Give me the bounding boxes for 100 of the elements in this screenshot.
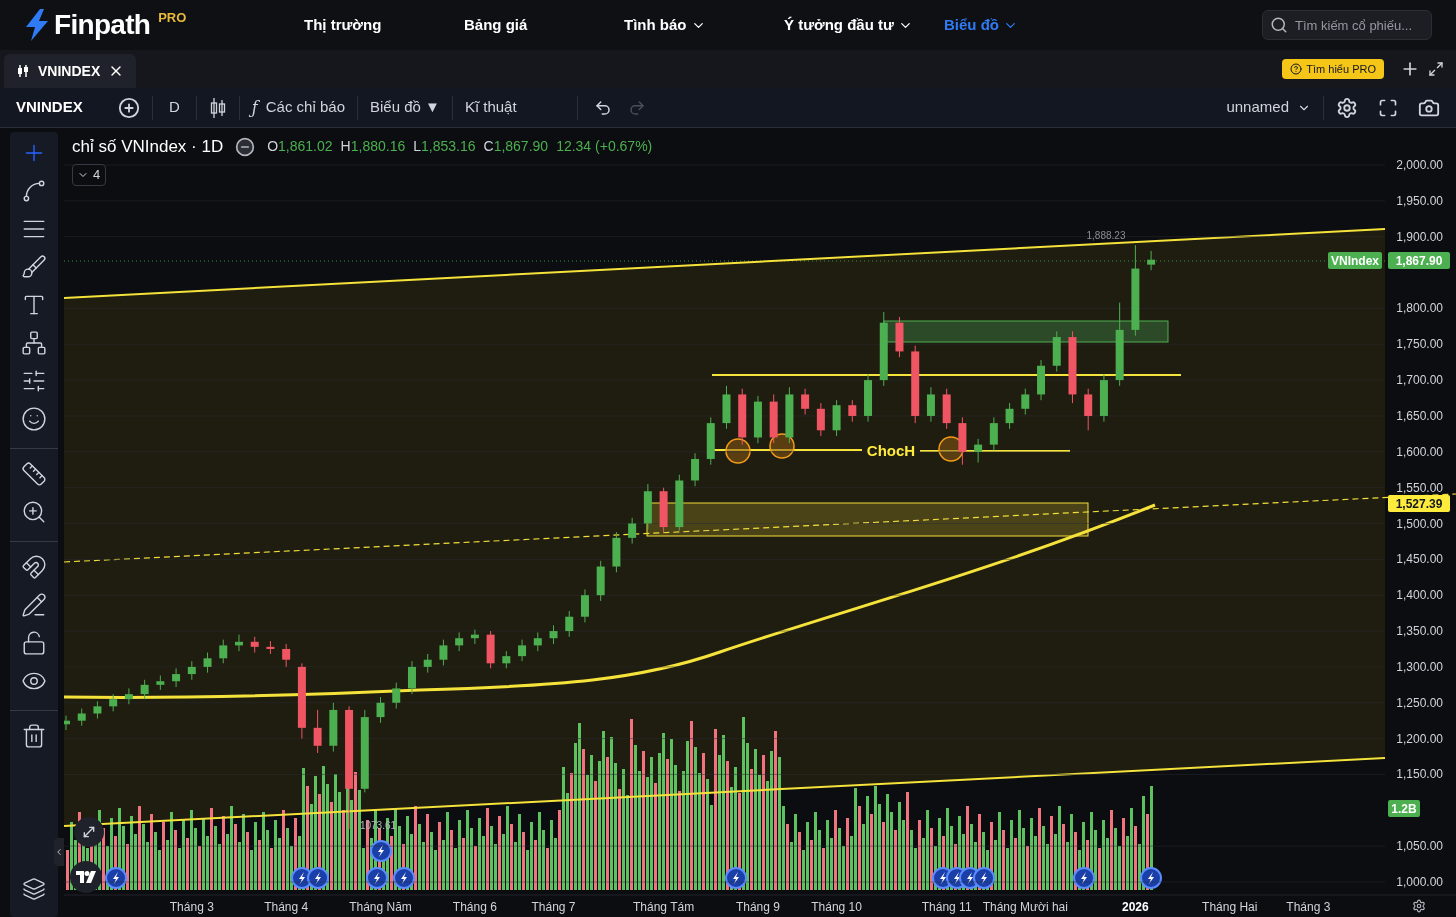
candlestick — [407, 660, 416, 695]
line-tool-icon[interactable] — [21, 178, 47, 204]
time-axis-label: 2026 — [1122, 900, 1149, 914]
minus-circle-icon[interactable] — [235, 136, 256, 157]
price-axis-label: 1,350.00 — [1396, 624, 1443, 639]
smiley-icon[interactable] — [21, 406, 47, 432]
unlock-icon[interactable] — [21, 630, 47, 656]
settings-icon[interactable] — [1412, 899, 1426, 913]
tab-label: VNINDEX — [38, 61, 101, 81]
indicators-button[interactable]: ƒ Các chỉ báo — [239, 95, 357, 120]
price-axis-label: 1,200.00 — [1396, 731, 1443, 746]
expand-arrows-icon — [81, 824, 97, 840]
price-axis-label: 1,450.00 — [1396, 552, 1443, 567]
candles-icon — [16, 64, 30, 78]
search-field[interactable]: Tìm kiếm cổ phiếu... — [1262, 10, 1432, 40]
price-tag: 1.2B — [1388, 800, 1420, 817]
time-axis-label: Tháng Mười hai — [982, 900, 1068, 914]
series-name-tag: VNIndex — [1328, 252, 1382, 269]
price-axis-label: 1,400.00 — [1396, 588, 1443, 603]
candlestick — [989, 416, 998, 451]
help-icon — [1290, 63, 1303, 75]
candlestick — [1005, 402, 1014, 430]
candlestick — [691, 452, 700, 487]
candlestick — [926, 386, 935, 423]
time-axis-label: Tháng 4 — [264, 900, 309, 914]
sliders-icon[interactable] — [21, 368, 47, 394]
nav-link[interactable]: Tình báo — [624, 13, 784, 37]
price-axis-label: 1,250.00 — [1396, 695, 1443, 710]
candlestick — [439, 639, 448, 666]
time-axis-label: Tháng 10 — [811, 900, 862, 914]
fullscreen-icon[interactable] — [1378, 97, 1398, 118]
candlestick — [848, 399, 857, 423]
price-axis-label: 1,500.00 — [1396, 516, 1443, 531]
technical-button[interactable]: Kĩ thuật — [452, 96, 529, 119]
pencil-icon[interactable] — [21, 592, 47, 618]
collapse-handle[interactable] — [54, 838, 64, 866]
highlight-circle — [725, 438, 751, 464]
chart-type-button[interactable]: Biểu đồ ▼ — [358, 96, 452, 119]
nav-link[interactable]: Bảng giá — [464, 13, 624, 37]
undo-icon[interactable] — [593, 98, 612, 117]
candlestick — [628, 517, 637, 545]
highlight-circle — [938, 436, 964, 462]
brand-name: Finpath — [54, 8, 151, 42]
candlestick — [282, 643, 291, 668]
ruler-icon[interactable] — [21, 461, 47, 487]
layers-icon[interactable] — [22, 877, 46, 901]
brush-icon[interactable] — [21, 254, 47, 280]
layout-name-button[interactable]: unnamed — [1214, 96, 1323, 119]
interval-button[interactable]: D — [153, 96, 196, 119]
indicators-toggle-button[interactable]: 4 — [72, 163, 106, 186]
price-axis-label: 1,950.00 — [1396, 193, 1443, 208]
search-icon — [1270, 16, 1288, 34]
function-icon: ƒ — [251, 95, 258, 120]
time-axis-label: Tháng 6 — [452, 900, 497, 914]
candlestick — [549, 624, 558, 645]
candlestick — [565, 610, 574, 638]
price-axis-label: 2,000.00 — [1396, 158, 1443, 172]
symbol-button[interactable]: VNINDEX — [16, 96, 106, 119]
ohlc-value: L1,853.16 — [413, 137, 476, 157]
trash-icon[interactable] — [21, 723, 47, 749]
chart-tab[interactable]: VNINDEX — [4, 54, 137, 88]
lightning-event-icon[interactable] — [370, 840, 392, 862]
candlestick — [423, 653, 432, 674]
time-axis-label: Tháng 3 — [169, 900, 214, 914]
candlestick — [1021, 388, 1030, 416]
price-axis-label: 1,000.00 — [1396, 875, 1443, 889]
nav-link[interactable]: Biểu đồ — [944, 13, 1104, 37]
pro-button[interactable]: Tìm hiểu PRO — [1282, 59, 1384, 79]
time-axis-label: Tháng 9 — [735, 900, 780, 914]
candlestick — [124, 687, 133, 705]
candlestick — [392, 682, 401, 709]
price-axis-label: 1,650.00 — [1396, 408, 1443, 423]
zoom-in-icon[interactable] — [21, 499, 47, 525]
nav-link[interactable]: Ý tưởng đầu tư — [784, 13, 944, 37]
candles-icon[interactable] — [208, 96, 227, 119]
indicators-label: Các chỉ báo — [265, 97, 345, 118]
time-axis-label: Tháng Hai — [1202, 900, 1258, 914]
nav-link[interactable]: Thị trường — [304, 13, 464, 37]
candlestick — [455, 631, 464, 652]
pattern-tool-icon[interactable] — [21, 330, 47, 356]
time-axis-label: Tháng 11 — [921, 900, 972, 914]
candlestick — [313, 709, 322, 754]
ohlc-value: O1,861.02 — [267, 137, 333, 157]
lightning-event-icon[interactable] — [1140, 867, 1162, 889]
price-axis-label: 1,750.00 — [1396, 337, 1443, 352]
add-symbol-icon[interactable] — [118, 96, 140, 119]
expand-icon[interactable] — [1428, 61, 1444, 77]
price-tag: 1,867.90 — [1388, 252, 1450, 269]
candlestick — [1147, 250, 1156, 271]
magnet-icon[interactable] — [21, 554, 47, 580]
ohlc-value: C1,867.90 — [483, 137, 549, 157]
pro-label: PRO — [158, 9, 187, 27]
candlestick — [140, 679, 149, 700]
price-axis-label: 1,600.00 — [1396, 444, 1443, 459]
candlestick — [580, 588, 589, 623]
candlestick — [203, 652, 212, 674]
time-axis-label: Tháng Năm — [349, 900, 412, 914]
lightning-event-icon[interactable] — [366, 867, 388, 889]
settings-icon[interactable] — [1336, 96, 1358, 119]
price-axis-label: 1,550.00 — [1396, 480, 1443, 495]
